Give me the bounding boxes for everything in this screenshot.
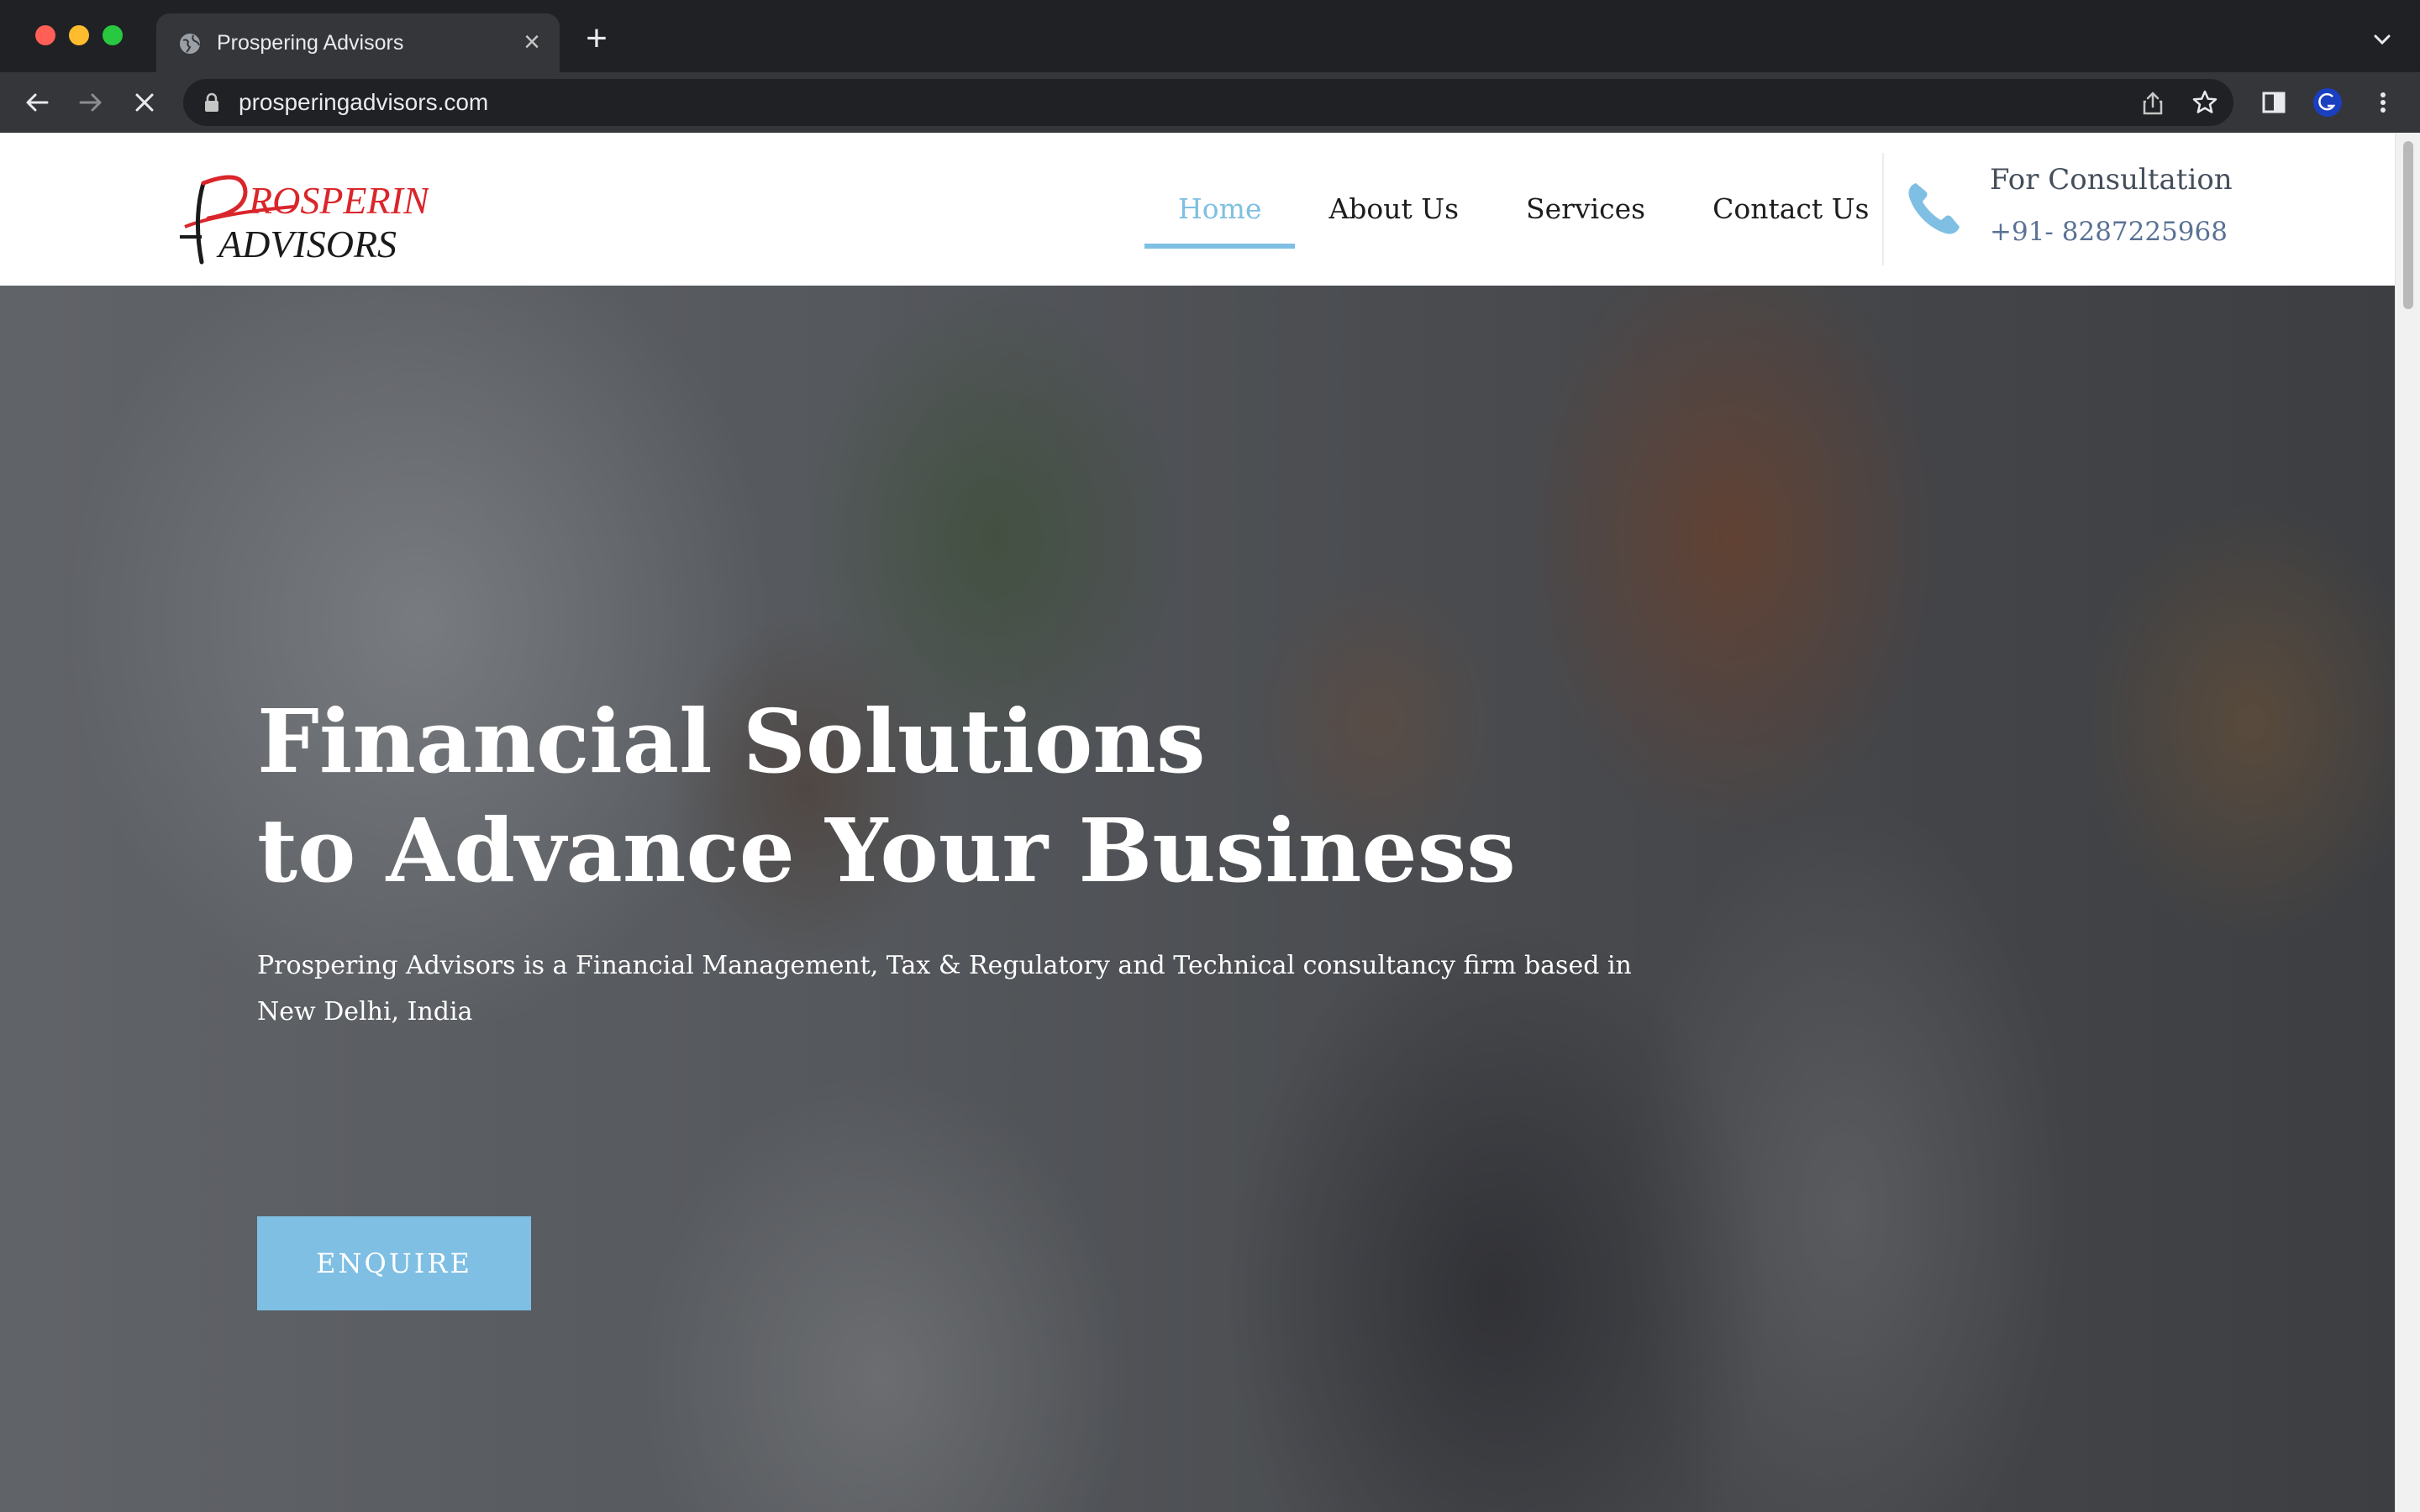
hero-section: Financial Solutions to Advance Your Busi… xyxy=(0,286,2395,1512)
forward-arrow-icon[interactable] xyxy=(76,87,106,118)
close-window-button[interactable] xyxy=(35,25,55,45)
site-header: ROSPERING ADVISORS Home About Us Service… xyxy=(0,133,2395,286)
maximize-window-button[interactable] xyxy=(103,25,123,45)
web-page: ROSPERING ADVISORS Home About Us Service… xyxy=(0,133,2420,1512)
back-arrow-icon[interactable] xyxy=(22,87,52,118)
more-vert-icon[interactable] xyxy=(2368,87,2398,118)
close-icon[interactable]: × xyxy=(519,28,544,56)
minimize-window-button[interactable] xyxy=(69,25,89,45)
browser-toolbar: prosperingadvisors.com xyxy=(0,72,2420,133)
browser-tab[interactable]: Prospering Advisors × xyxy=(156,13,560,72)
consultation-title: For Consultation xyxy=(1990,163,2233,197)
nav-home[interactable]: Home xyxy=(1144,133,1296,286)
hero-description: Prospering Advisors is a Financial Manag… xyxy=(257,951,1632,1026)
page-scrollbar[interactable] xyxy=(2395,133,2420,1512)
profile-avatar-icon[interactable] xyxy=(2312,87,2343,118)
browser-tab-bar: Prospering Advisors × + xyxy=(0,0,2420,72)
star-icon[interactable] xyxy=(2191,89,2218,116)
enquire-button[interactable]: ENQUIRE xyxy=(257,1216,531,1310)
consultation-phone[interactable]: +91- 8287225968 xyxy=(1990,217,2228,247)
url-text[interactable]: prosperingadvisors.com xyxy=(239,87,488,118)
nav-contact-us[interactable]: Contact Us xyxy=(1679,133,1902,286)
logo-text-top: ROSPERING xyxy=(248,179,429,222)
chevron-down-icon[interactable] xyxy=(2370,27,2395,52)
tab-title: Prospering Advisors xyxy=(217,31,404,55)
logo-text-bottom: ADVISORS xyxy=(216,223,397,265)
main-nav: Home About Us Services Contact Us xyxy=(1144,133,1902,286)
plus-icon[interactable]: + xyxy=(580,20,613,57)
hero-title: Financial Solutions to Advance Your Busi… xyxy=(257,687,1516,906)
hero-title-line2: to Advance Your Business xyxy=(257,799,1516,902)
header-divider xyxy=(1882,153,1884,265)
share-icon[interactable] xyxy=(2141,91,2165,116)
phone-icon[interactable] xyxy=(1904,178,1965,239)
scrollbar-thumb[interactable] xyxy=(2403,141,2413,309)
hero-title-line1: Financial Solutions xyxy=(257,690,1206,793)
prospering-advisors-logo[interactable]: ROSPERING ADVISORS xyxy=(168,160,429,269)
address-bar[interactable]: prosperingadvisors.com xyxy=(183,79,2233,126)
side-panel-icon[interactable] xyxy=(2259,87,2289,118)
nav-about-us[interactable]: About Us xyxy=(1295,133,1492,286)
lock-icon[interactable] xyxy=(203,92,220,113)
globe-icon xyxy=(180,34,200,54)
nav-services[interactable]: Services xyxy=(1492,133,1679,286)
stop-loading-icon[interactable] xyxy=(129,87,160,118)
